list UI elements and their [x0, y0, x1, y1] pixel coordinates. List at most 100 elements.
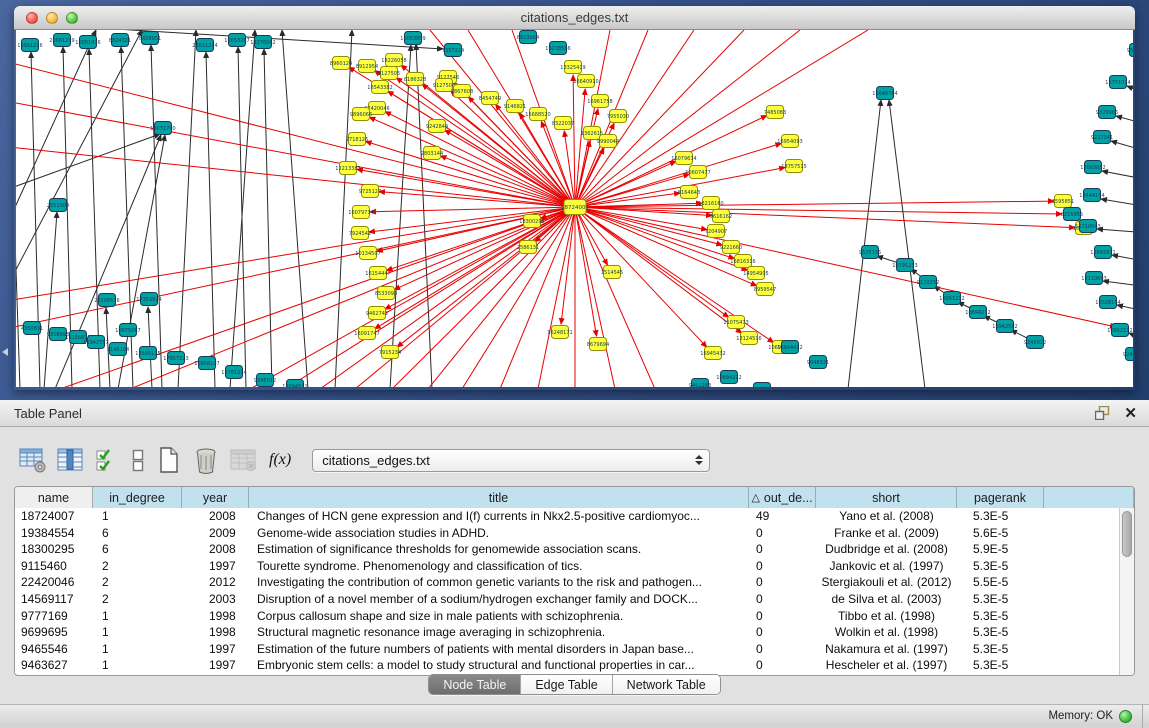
- table-vertical-scrollbar[interactable]: [1119, 508, 1134, 675]
- node[interactable]: 8215955: [1061, 208, 1083, 221]
- table-row[interactable]: 1830029562008Estimation of significance …: [15, 541, 1119, 558]
- network-window-titlebar[interactable]: citations_edges.txt: [14, 6, 1135, 30]
- memory-status-icon[interactable]: [1119, 710, 1132, 723]
- selected-node[interactable]: 2586131: [517, 241, 539, 254]
- selected-node[interactable]: 1514545: [601, 266, 623, 279]
- column-header-name[interactable]: name: [15, 487, 93, 508]
- node[interactable]: 12093852: [1080, 161, 1105, 174]
- selected-node[interactable]: 16945432: [700, 347, 725, 360]
- node[interactable]: 1145194: [107, 343, 129, 356]
- selected-node[interactable]: 16154447: [365, 267, 390, 280]
- node[interactable]: 10081476: [75, 36, 100, 49]
- node[interactable]: 12110603: [1081, 272, 1106, 285]
- node[interactable]: 9509281: [1127, 44, 1133, 57]
- node[interactable]: 13505115: [135, 347, 160, 360]
- node[interactable]: 9048321: [807, 356, 829, 369]
- table-selector-dropdown[interactable]: citations_edges.txt: [312, 449, 710, 472]
- network-canvas[interactable]: 1872400789601248912954182260589127505818…: [16, 30, 1133, 387]
- selected-node[interactable]: 7915234: [379, 346, 401, 359]
- selected-node[interactable]: 8186328: [404, 73, 426, 86]
- selected-node[interactable]: 16248171: [547, 326, 572, 339]
- table-row[interactable]: 1938455462009Genome-wide association stu…: [15, 525, 1119, 542]
- node[interactable]: 9245012: [254, 374, 276, 387]
- node[interactable]: 20681219: [49, 34, 74, 47]
- table-row[interactable]: 977716911998Corpus callosum shape and si…: [15, 608, 1119, 625]
- selected-node[interactable]: 18226058: [381, 54, 406, 67]
- selected-node[interactable]: 9242844: [426, 120, 448, 133]
- close-table-panel-icon[interactable]: ✕: [1124, 406, 1137, 421]
- table-row[interactable]: 2242004622012Investigating the contribut…: [15, 574, 1119, 591]
- node[interactable]: 9245028: [1123, 348, 1133, 361]
- node[interactable]: 10958107: [194, 357, 219, 370]
- node[interactable]: 12444154: [1079, 189, 1104, 202]
- select-all-checks-icon[interactable]: [92, 445, 122, 475]
- selected-node[interactable]: 9616162: [710, 210, 732, 223]
- node[interactable]: 16051212: [939, 292, 964, 305]
- selected-node[interactable]: 9127505: [378, 67, 400, 80]
- zoom-window-icon[interactable]: [66, 12, 78, 24]
- node[interactable]: 16648784: [872, 87, 897, 100]
- column-header-pagerank[interactable]: pagerank: [957, 487, 1044, 508]
- selected-node[interactable]: 9725127: [359, 185, 381, 198]
- node[interactable]: 4350831: [21, 322, 43, 335]
- selected-node[interactable]: 16079734: [348, 206, 373, 219]
- float-window-icon[interactable]: [1095, 406, 1110, 420]
- selected-node[interactable]: 7955030: [607, 110, 629, 123]
- table-row[interactable]: 946554611997Estimation of the future num…: [15, 641, 1119, 658]
- selected-node[interactable]: 10607477: [685, 166, 710, 179]
- tab-edge-table[interactable]: Edge Table: [521, 675, 612, 694]
- selected-node[interactable]: 2718126: [346, 133, 368, 146]
- left-panel-collapse-handle[interactable]: [2, 348, 8, 356]
- node[interactable]: 20206576: [94, 294, 119, 307]
- selected-node[interactable]: 2867608: [451, 85, 473, 98]
- node[interactable]: 17957223: [163, 352, 188, 365]
- selected-node[interactable]: 13124516: [736, 332, 761, 345]
- selected-node[interactable]: 18757515: [781, 160, 806, 173]
- tab-node-table[interactable]: Node Table: [429, 675, 521, 694]
- minimize-window-icon[interactable]: [46, 12, 58, 24]
- selected-node[interactable]: 8960124: [330, 57, 352, 70]
- selected-node[interactable]: 8912954: [356, 60, 378, 73]
- column-header-title[interactable]: title: [249, 487, 749, 508]
- selected-node[interactable]: 14954905: [743, 267, 768, 280]
- table-row[interactable]: 1872400712008Changes of HCN gene express…: [15, 508, 1119, 525]
- selected-node[interactable]: 7204907: [705, 225, 727, 238]
- selected-node[interactable]: 11075473: [723, 316, 748, 329]
- function-builder-icon[interactable]: f(x): [269, 451, 291, 469]
- selected-node[interactable]: 7924542: [349, 227, 371, 240]
- selected-node[interactable]: 8454749: [479, 92, 501, 105]
- selected-node[interactable]: 7485083: [764, 106, 786, 119]
- selected-node[interactable]: 16079634: [671, 152, 696, 165]
- selected-node[interactable]: 16954093: [777, 135, 802, 148]
- selected-node[interactable]: 13325419: [560, 61, 585, 74]
- node[interactable]: 16053809: [400, 32, 425, 45]
- node[interactable]: 8813054: [517, 31, 539, 44]
- close-window-icon[interactable]: [26, 12, 38, 24]
- column-header-out_de[interactable]: △out_de...: [749, 487, 816, 508]
- node[interactable]: 23011214: [192, 39, 217, 52]
- tab-network-table[interactable]: Network Table: [613, 675, 720, 694]
- new-table-icon[interactable]: [154, 445, 184, 475]
- node[interactable]: 10328154: [1095, 296, 1120, 309]
- node[interactable]: 15692971: [1090, 246, 1115, 259]
- node[interactable]: 10975867: [115, 324, 140, 337]
- selected-node[interactable]: 1595851: [1052, 195, 1074, 208]
- node[interactable]: 9525125: [859, 246, 881, 259]
- table-row[interactable]: 969969511998Structural magnetic resonanc…: [15, 624, 1119, 641]
- node[interactable]: 8824321: [109, 34, 131, 47]
- node[interactable]: 19981216: [17, 39, 42, 52]
- scrollbar-thumb[interactable]: [1122, 511, 1132, 557]
- selected-node[interactable]: 9462742: [366, 307, 388, 320]
- node[interactable]: 19218586: [545, 42, 570, 55]
- node[interactable]: 11694521: [282, 380, 307, 388]
- column-header-year[interactable]: year: [182, 487, 249, 508]
- selected-node[interactable]: 9221660: [720, 241, 742, 254]
- table-row[interactable]: 1456911722003Disruption of a novel membe…: [15, 591, 1119, 608]
- selected-node[interactable]: 10134507: [355, 247, 380, 260]
- node[interactable]: 15751074: [1105, 76, 1130, 89]
- selected-node[interactable]: 13216160: [698, 197, 723, 210]
- selected-node[interactable]: 8533093: [375, 287, 397, 300]
- selected-node[interactable]: 9990044: [597, 135, 619, 148]
- table-row[interactable]: 946362711997Embryonic stem cells: a mode…: [15, 657, 1119, 674]
- node[interactable]: 9245022: [1024, 336, 1046, 349]
